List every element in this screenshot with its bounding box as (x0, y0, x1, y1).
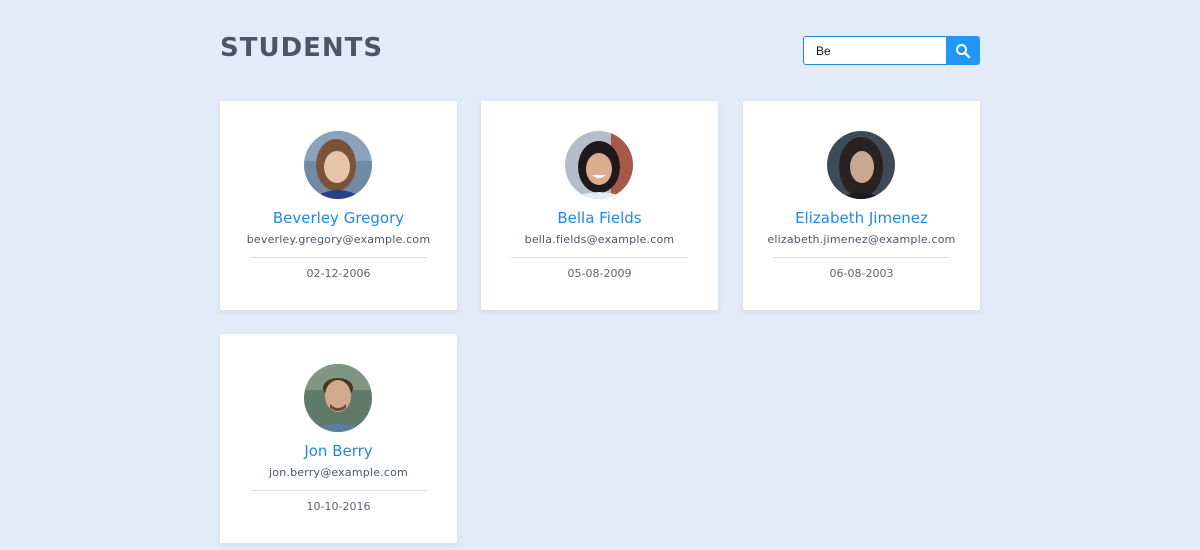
student-card[interactable]: Beverley Gregory beverley.gregory@exampl… (220, 101, 457, 310)
student-email: elizabeth.jimenez@example.com (767, 233, 956, 246)
student-card[interactable]: Elizabeth Jimenez elizabeth.jimenez@exam… (743, 101, 980, 310)
student-name: Jon Berry (304, 442, 373, 460)
student-email: jon.berry@example.com (269, 466, 408, 479)
divider (250, 490, 427, 491)
divider (773, 257, 950, 258)
student-name: Beverley Gregory (272, 209, 405, 227)
page-title: STUDENTS (220, 33, 384, 63)
student-avatar (304, 131, 372, 199)
page-header: STUDENTS (220, 30, 980, 70)
student-email: bella.fields@example.com (524, 233, 675, 246)
student-date: 06-08-2003 (829, 267, 894, 280)
student-avatar (304, 364, 372, 432)
student-card[interactable]: Jon Berry jon.berry@example.com 10-10-20… (220, 334, 457, 543)
student-card[interactable]: Bella Fields bella.fields@example.com 05… (481, 101, 718, 310)
divider (250, 257, 427, 258)
search-bar (803, 36, 980, 65)
student-email: beverley.gregory@example.com (246, 233, 431, 246)
divider (511, 257, 688, 258)
search-input[interactable] (803, 36, 946, 65)
student-date: 05-08-2009 (567, 267, 632, 280)
search-button[interactable] (946, 36, 980, 65)
student-avatar (827, 131, 895, 199)
student-date: 02-12-2006 (306, 267, 371, 280)
student-date: 10-10-2016 (306, 500, 371, 513)
student-avatar (565, 131, 633, 199)
student-name: Bella Fields (557, 209, 642, 227)
search-icon (956, 43, 971, 58)
student-name: Elizabeth Jimenez (795, 209, 928, 227)
